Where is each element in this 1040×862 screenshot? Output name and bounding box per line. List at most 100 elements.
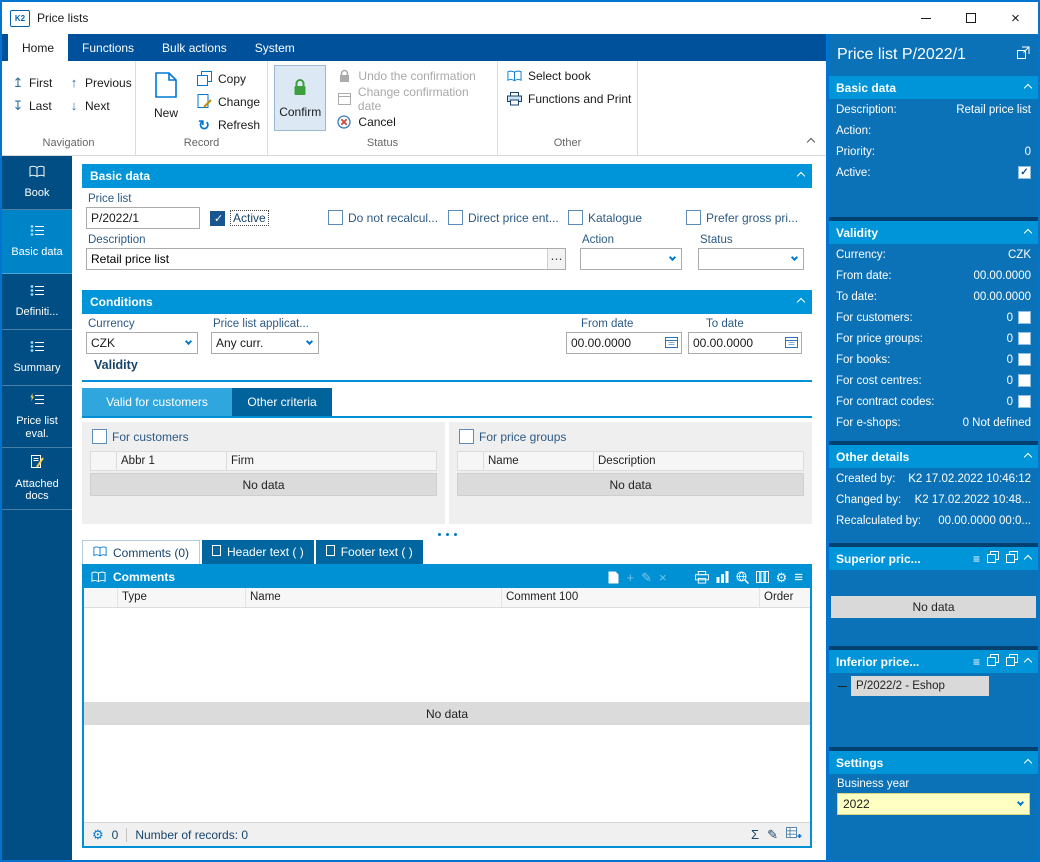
tab-other-criteria[interactable]: Other criteria [232,388,332,416]
price-list-input[interactable] [86,207,200,229]
tab-bulk-actions[interactable]: Bulk actions [148,34,241,61]
minimize-button[interactable] [903,2,948,34]
panel-section-superior-price-lists[interactable]: Superior pric... ≡ [829,547,1038,570]
change-button[interactable]: Change [196,93,260,110]
do-not-recalculate-checkbox[interactable]: Do not recalcul... [328,210,438,225]
web-search-icon[interactable] [736,571,749,584]
add-record-icon[interactable]: + [626,571,634,584]
column-comment[interactable]: Comment 100 [502,588,760,607]
previous-button[interactable]: ↑ Previous [68,71,136,94]
functions-and-print-button[interactable]: Functions and Print [506,90,637,107]
description-text[interactable] [87,249,547,269]
sidebar-item-book[interactable]: Book [2,156,72,210]
first-button[interactable]: ↥ First [12,71,68,94]
cascade-icon[interactable] [987,551,999,566]
sidebar-item-basic-data[interactable]: Basic data [2,210,72,274]
cascade-icon[interactable] [1006,654,1018,669]
currency-combo[interactable]: CZK [86,332,198,354]
panel-section-inferior-price-lists[interactable]: Inferior price... ≡ [829,650,1038,673]
checkbox-icon[interactable] [1018,395,1031,408]
applicability-combo[interactable]: Any curr. [211,332,319,354]
menu-icon[interactable]: ≡ [973,552,980,566]
action-combo[interactable] [580,248,682,270]
sidebar-item-attached-docs[interactable]: Attached docs [2,448,72,510]
tab-footer-text[interactable]: Footer text ( ) [315,540,423,564]
checkbox-checked-icon[interactable]: ✓ [1018,166,1031,179]
horizontal-splitter[interactable] [82,528,812,540]
ribbon-group-navigation: ↥ First ↑ Previous ↧ Last ↓ Next Navigation [2,61,136,155]
column-name[interactable]: Name [246,588,502,607]
checkbox-icon[interactable] [1018,374,1031,387]
related-settings-icon[interactable]: ⚙ [92,828,104,841]
change-confirmation-date-button[interactable]: Change confirmation date [336,85,491,113]
open-in-window-icon[interactable] [1017,46,1030,64]
next-button[interactable]: ↓ Next [68,94,136,117]
columns-icon[interactable] [755,571,769,583]
cascade-icon[interactable] [987,654,999,669]
tab-functions[interactable]: Functions [68,34,148,61]
menu-icon[interactable]: ≡ [973,655,980,669]
section-header-basic-data[interactable]: Basic data [82,164,812,188]
active-checkbox[interactable]: Active [210,210,269,226]
price-lists-window: K2 Price lists × Home Functions Bulk act… [0,0,1040,862]
katalogue-checkbox[interactable]: Katalogue [568,210,642,225]
grid-add-icon[interactable] [786,826,802,843]
chart-icon[interactable] [716,571,729,583]
sidebar-item-summary[interactable]: Summary [2,330,72,386]
description-input[interactable]: ⋯ [86,248,566,270]
maximize-button[interactable] [948,2,993,34]
tab-system[interactable]: System [241,34,309,61]
column-order[interactable]: Order [760,588,810,607]
ellipsis-button[interactable]: ⋯ [547,249,565,269]
undo-confirmation-button[interactable]: Undo the confirmation [336,67,491,84]
column-name[interactable]: Name [484,452,594,470]
tab-valid-for-customers[interactable]: Valid for customers [82,388,232,416]
business-year-combo[interactable]: 2022 [837,793,1030,815]
column-firm[interactable]: Firm [227,452,436,470]
inferior-price-list-item[interactable]: P/2022/2 - Eshop [838,676,1032,696]
last-button[interactable]: ↧ Last [12,94,68,117]
copy-button[interactable]: Copy [196,70,260,87]
close-button[interactable]: × [993,2,1038,34]
column-description[interactable]: Description [594,452,803,470]
ribbon-group-status: Confirm Undo the confirmation Change con… [268,61,498,155]
direct-price-entry-checkbox[interactable]: Direct price ent... [448,210,559,225]
status-combo[interactable] [698,248,804,270]
checkbox-icon[interactable] [1018,353,1031,366]
for-customers-checkbox[interactable]: For customers [92,429,437,444]
to-date-input[interactable]: 00.00.0000 [688,332,802,354]
confirm-button[interactable]: Confirm [274,65,327,131]
panel-section-validity[interactable]: Validity [829,221,1038,244]
sidebar-item-price-list-eval[interactable]: Price list eval. [2,386,72,448]
section-header-conditions[interactable]: Conditions [82,290,812,314]
new-record-icon[interactable] [608,571,619,584]
new-button[interactable]: New [142,64,190,137]
sum-icon[interactable]: Σ [751,828,759,841]
tab-header-text[interactable]: Header text ( ) [202,540,314,564]
from-date-input[interactable]: 00.00.0000 [566,332,682,354]
select-book-button[interactable]: Select book [506,67,637,84]
checkbox-icon[interactable] [1018,311,1031,324]
delete-record-icon[interactable]: × [659,571,667,584]
ribbon-tab-bar: Home Functions Bulk actions System [2,34,826,61]
checkbox-icon[interactable] [1018,332,1031,345]
refresh-button[interactable]: ↻ Refresh [196,116,260,133]
edit-record-icon[interactable]: ✎ [641,571,652,584]
column-abbr1[interactable]: Abbr 1 [117,452,227,470]
cascade-icon[interactable] [1006,551,1018,566]
tab-comments[interactable]: Comments (0) [82,540,201,564]
tab-home[interactable]: Home [8,34,69,61]
prefer-gross-price-checkbox[interactable]: Prefer gross pri... [686,210,798,225]
panel-section-other-details[interactable]: Other details [829,445,1038,468]
for-price-groups-checkbox[interactable]: For price groups [459,429,804,444]
edit-icon[interactable]: ✎ [767,828,778,841]
print-icon[interactable] [694,570,709,584]
column-type[interactable]: Type [118,588,246,607]
panel-section-basic-data[interactable]: Basic data [829,76,1038,99]
sidebar-item-definitions[interactable]: Definiti... [2,274,72,330]
panel-section-settings[interactable]: Settings [829,751,1038,774]
gear-icon[interactable]: ⚙ [776,571,788,584]
menu-icon[interactable]: ≡ [794,570,803,585]
collapse-ribbon-button[interactable] [806,132,816,150]
cancel-button[interactable]: Cancel [336,113,491,130]
